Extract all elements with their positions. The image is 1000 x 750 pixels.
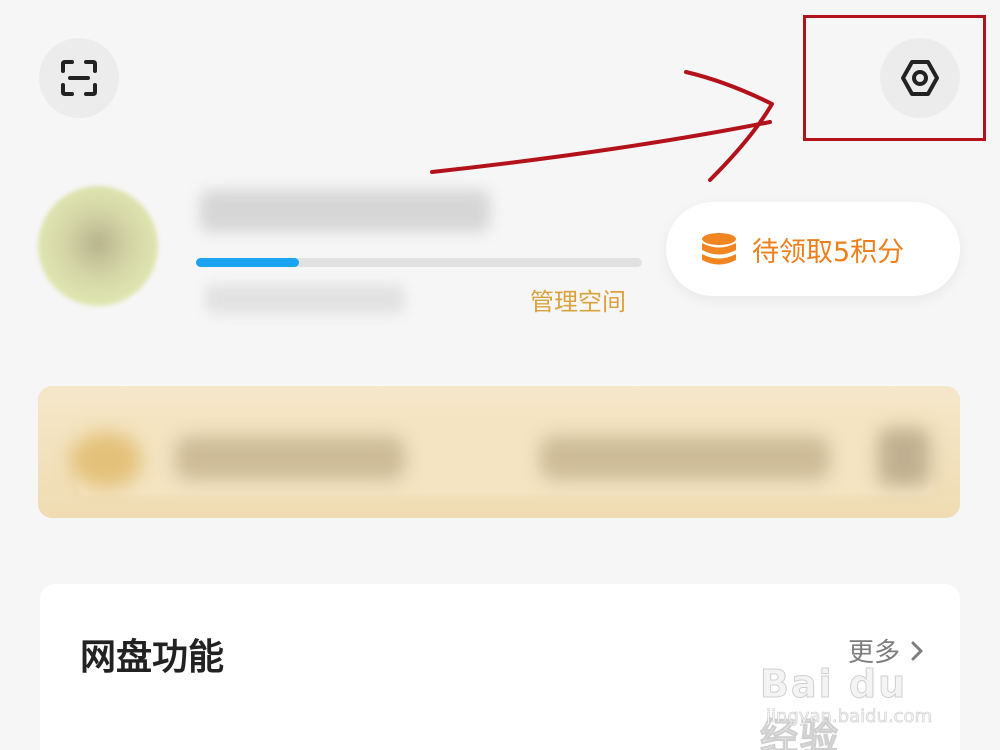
claim-points-label: 待领取5积分 <box>752 236 905 268</box>
claim-points-button[interactable]: 待领取5积分 <box>666 202 960 296</box>
vip-badge-icon <box>70 432 142 488</box>
username-blurred <box>200 190 490 232</box>
storage-usage-blurred <box>205 284 405 314</box>
features-title: 网盘功能 <box>80 637 225 678</box>
vip-text-blurred <box>175 436 405 480</box>
scan-button[interactable] <box>39 38 119 118</box>
annotation-highlight-box <box>803 15 986 141</box>
avatar[interactable] <box>38 186 158 306</box>
features-card: 网盘功能 更多 <box>40 584 960 750</box>
chevron-right-icon <box>911 641 923 660</box>
vip-arrow-blurred <box>878 428 930 486</box>
scan-icon <box>61 60 97 96</box>
more-link[interactable]: 更多 <box>848 632 924 669</box>
more-label: 更多 <box>847 638 900 668</box>
storage-progress-bar <box>196 258 642 267</box>
manage-space-link[interactable]: 管理空间 <box>530 282 626 317</box>
vip-promo-blurred <box>540 436 830 480</box>
storage-progress-fill <box>196 258 299 267</box>
coin-stack-icon <box>702 233 736 265</box>
